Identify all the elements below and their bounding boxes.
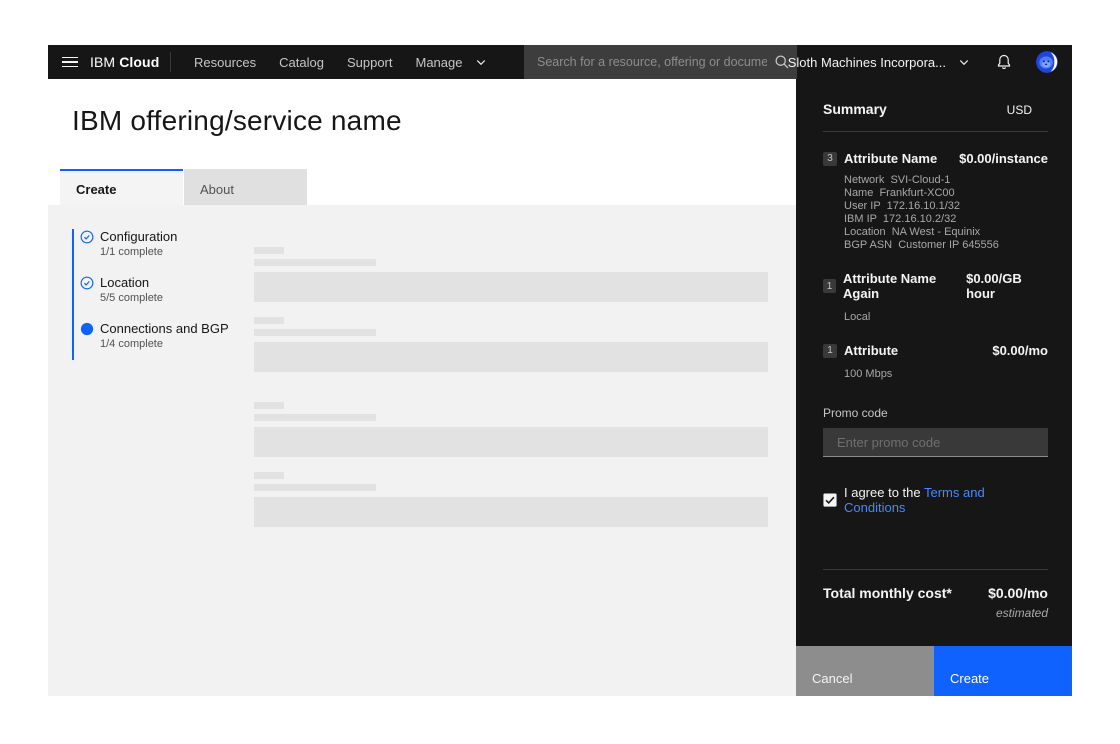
skeleton-field-group [254,472,768,527]
detail-location: Location NA West - Equinix [844,226,1048,239]
total-cost-value: $0.00/mo [988,585,1048,601]
skeleton-label [254,317,284,324]
promo-code-label: Promo code [823,406,1048,420]
tab-about[interactable]: About [184,169,307,205]
header-nav: Resources Catalog Support Manage [194,45,487,79]
main-panel: IBM offering/service name Create About [48,79,796,696]
global-search [524,45,797,79]
step-status: 5/5 complete [100,292,163,304]
skeleton-input [254,427,768,457]
step-current-icon [80,322,94,336]
skeleton-helper [254,414,376,421]
summary-item-name: Attribute Name [844,151,937,166]
top-nav-bar: IBM Cloud Resources Catalog Support Mana… [48,45,1072,79]
cancel-button[interactable]: Cancel [796,646,934,696]
summary-item-details: 100 Mbps [844,368,1048,381]
skeleton-input [254,342,768,372]
quantity-badge: 1 [823,344,837,358]
skeleton-label [254,402,284,409]
search-input[interactable] [524,55,767,69]
sidebar-actions: Cancel Create [796,646,1072,696]
step-complete-icon [80,230,94,244]
account-selector[interactable]: Sloth Machines Incorpora... [788,55,946,70]
currency-selector[interactable]: USD [1007,103,1032,117]
summary-item: 1 Attribute Name Again $0.00/GB hour Loc… [823,271,1048,324]
create-button[interactable]: Create [934,646,1072,696]
account-chevron-down-icon[interactable] [958,56,970,68]
detail-network: Network SVI-Cloud-1 [844,174,1048,187]
summary-title: Summary [823,101,887,117]
skeleton-helper [254,329,376,336]
detail-ibm-ip: IBM IP 172.16.10.2/32 [844,213,1048,226]
summary-sidebar: Summary USD 3 Attribute Name $0.00/insta… [796,79,1072,696]
tab-create-label: Create [76,182,116,197]
skeleton-input [254,272,768,302]
step-label: Connections and BGP [100,321,229,336]
nav-item-catalog[interactable]: Catalog [279,55,324,70]
brand-cloud: Cloud [119,54,159,70]
skeleton-field-group [254,317,768,372]
step-status: 1/4 complete [100,338,229,350]
detail-bandwidth: 100 Mbps [844,368,1048,381]
nav-item-manage[interactable]: Manage [416,55,463,70]
skeleton-field-group [254,402,768,457]
skeleton-label [254,247,284,254]
manage-chevron-down-icon[interactable] [475,56,487,68]
step-complete-icon [80,276,94,290]
step-label: Location [100,275,163,290]
quantity-badge: 3 [823,152,837,166]
step-connections-and-bgp[interactable]: Connections and BGP 1/4 complete [80,321,229,350]
step-status: 1/1 complete [100,246,177,258]
page-title: IBM offering/service name [72,105,402,137]
total-divider [823,569,1048,570]
detail-bgp-asn: BGP ASN Customer IP 645556 [844,239,1048,252]
skeleton-helper [254,259,376,266]
estimated-note: estimated [823,606,1048,620]
step-label: Configuration [100,229,177,244]
skeleton-field-group [254,247,768,302]
skeleton-helper [254,484,376,491]
detail-local: Local [844,311,1048,324]
total-cost-label: Total monthly cost* [823,585,952,601]
terms-row: I agree to the Terms and Conditions [823,485,1048,515]
ibm-cloud-logo[interactable]: IBM Cloud [90,45,159,79]
quantity-badge: 1 [823,279,836,293]
create-form-area: Configuration 1/1 complete Location 5/5 … [48,205,796,696]
tab-bar: Create About [60,169,307,205]
app-window: IBM Cloud Resources Catalog Support Mana… [48,45,1072,696]
summary-item: 1 Attribute $0.00/mo 100 Mbps [823,343,1048,381]
page: IBM Cloud Resources Catalog Support Mana… [0,0,1120,744]
nav-item-support[interactable]: Support [347,55,393,70]
sloth-avatar[interactable] [1036,51,1058,73]
summary-item: 3 Attribute Name $0.00/instance Network … [823,151,1048,252]
header-right: Sloth Machines Incorpora... [788,45,1058,79]
skeleton-input [254,497,768,527]
terms-checkbox[interactable] [823,493,837,507]
tab-create[interactable]: Create [60,169,183,205]
tab-about-label: About [200,182,234,197]
terms-prefix: I agree to the [844,485,924,500]
summary-item-price: $0.00/instance [959,151,1048,166]
summary-item-details: Network SVI-Cloud-1 Name Frankfurt-XC00 … [844,174,1048,252]
summary-item-name: Attribute [844,343,898,358]
header-divider [170,52,171,72]
terms-text: I agree to the Terms and Conditions [844,485,1048,515]
summary-item-price: $0.00/mo [992,343,1048,358]
summary-divider [823,131,1048,132]
brand-ibm: IBM [90,54,115,70]
promo-code-input[interactable] [823,428,1048,457]
detail-name: Name Frankfurt-XC00 [844,187,1048,200]
skeleton-label [254,472,284,479]
summary-item-name: Attribute Name Again [843,271,966,301]
detail-user-ip: User IP 172.16.10.1/32 [844,200,1048,213]
summary-item-price: $0.00/GB hour [966,271,1048,301]
notifications-bell-icon[interactable] [996,54,1012,70]
nav-item-resources[interactable]: Resources [194,55,256,70]
step-location[interactable]: Location 5/5 complete [80,275,229,304]
hamburger-menu-icon[interactable] [62,54,78,70]
step-configuration[interactable]: Configuration 1/1 complete [80,229,229,258]
total-block: Total monthly cost* $0.00/mo estimated [823,585,1048,620]
progress-indicator: Configuration 1/1 complete Location 5/5 … [72,229,229,360]
summary-item-details: Local [844,311,1048,324]
